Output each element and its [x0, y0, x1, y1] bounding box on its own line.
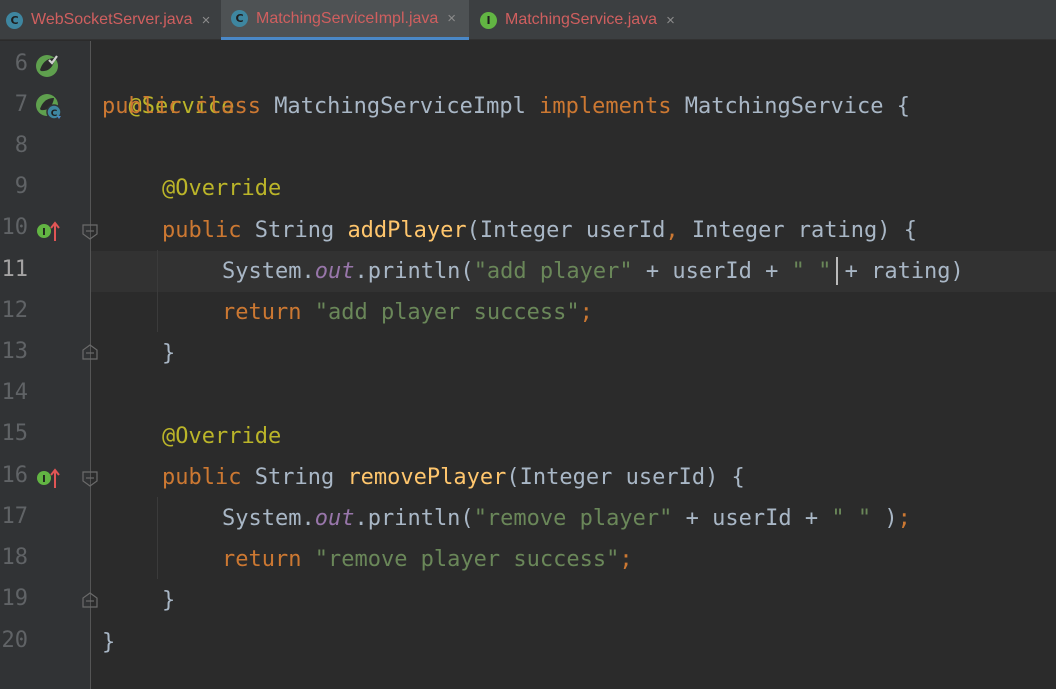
indent-guide — [157, 497, 158, 579]
line-number: 19 — [1, 586, 29, 611]
identifier: System. — [222, 506, 315, 531]
params: (Integer userId) { — [506, 465, 745, 490]
comma: , — [665, 218, 692, 243]
line-number: 10 — [1, 215, 29, 240]
line-number: 13 — [1, 339, 29, 364]
interface-file-icon: I — [480, 11, 497, 29]
close-icon[interactable]: × — [202, 12, 211, 29]
fold-marker-icon[interactable] — [82, 224, 98, 240]
expr: + rating) — [831, 259, 964, 284]
tab-matchingserviceimpl[interactable]: C MatchingServiceImpl.java × — [221, 0, 469, 40]
line-number: 8 — [14, 133, 28, 158]
tab-websocketserver[interactable]: C WebSocketServer.java × — [0, 0, 219, 40]
keyword: public — [162, 218, 255, 243]
string-literal: "add player success" — [314, 300, 580, 325]
annotation: @Override — [162, 424, 282, 449]
interface-name: MatchingService { — [684, 94, 910, 119]
editor-tab-bar: C WebSocketServer.java × C MatchingServi… — [0, 0, 1056, 40]
tab-label: MatchingServiceImpl.java — [256, 9, 439, 27]
semicolon: ; — [897, 506, 911, 531]
brace: } — [162, 588, 176, 613]
code-line-9[interactable]: @Override — [162, 168, 281, 209]
implemented-class-icon[interactable]: C — [34, 92, 64, 122]
keyword: public class — [102, 94, 275, 119]
close-icon[interactable]: × — [666, 12, 675, 29]
class-file-icon: C — [231, 10, 248, 27]
string-literal: "remove player success" — [314, 547, 620, 572]
keyword: implements — [539, 94, 685, 119]
brace: } — [102, 630, 116, 655]
brace: } — [162, 341, 176, 366]
code-line-18[interactable]: return "remove player success"; — [222, 539, 633, 580]
line-number: 6 — [14, 51, 28, 76]
code-line-19[interactable]: } — [162, 580, 175, 621]
annotation: @Override — [162, 176, 282, 201]
line-number: 7 — [14, 92, 28, 117]
type: String — [254, 218, 348, 243]
expr: + — [765, 259, 792, 284]
code-line-20[interactable]: } — [102, 622, 115, 663]
tab-label: MatchingService.java — [505, 11, 658, 28]
class-file-icon: C — [6, 11, 23, 29]
params: (Integer userId — [466, 218, 666, 243]
svg-text:I: I — [42, 474, 46, 485]
fold-marker-icon[interactable] — [82, 471, 98, 487]
code-line-7[interactable]: public class MatchingServiceImpl impleme… — [102, 86, 910, 127]
params: Integer rating) { — [691, 218, 918, 243]
line-number: 9 — [14, 174, 28, 199]
line-number: 14 — [1, 380, 29, 405]
close-icon[interactable]: × — [447, 10, 456, 27]
string-literal: " " — [831, 506, 872, 531]
indent-guide — [157, 250, 158, 332]
implements-method-icon[interactable]: I — [36, 466, 62, 492]
line-number: 20 — [1, 628, 29, 653]
code-line-16[interactable]: public String removePlayer(Integer userI… — [162, 457, 745, 498]
text-caret — [836, 257, 838, 285]
line-number-current: 11 — [1, 257, 29, 282]
identifier: System. — [222, 259, 315, 284]
string-literal: " " — [791, 259, 832, 284]
code-line-15[interactable]: @Override — [162, 416, 281, 457]
line-number: 12 — [1, 298, 29, 323]
static-field: out — [314, 506, 355, 531]
class-name: MatchingServiceImpl — [274, 94, 540, 119]
code-line-13[interactable]: } — [162, 333, 175, 374]
expr: + userId — [632, 259, 766, 284]
code-line-11[interactable]: System.out.println("add player" + userId… — [222, 251, 964, 292]
call: .println( — [354, 259, 474, 284]
line-number: 18 — [1, 545, 29, 570]
expr: + userId + — [672, 506, 832, 531]
line-number: 16 — [1, 463, 29, 488]
implements-method-icon[interactable]: I — [36, 219, 62, 245]
svg-text:I: I — [42, 227, 46, 238]
code-line-10[interactable]: public String addPlayer(Integer userId, … — [162, 210, 917, 251]
spring-bean-icon[interactable] — [34, 52, 62, 80]
fold-marker-icon[interactable] — [82, 344, 98, 360]
tab-matchingservice[interactable]: I MatchingService.java × — [472, 0, 692, 40]
fold-marker-icon[interactable] — [82, 592, 98, 608]
keyword: public — [162, 465, 255, 490]
code-line-17[interactable]: System.out.println("remove player" + use… — [222, 498, 911, 539]
string-literal: "remove player" — [473, 506, 673, 531]
line-number: 17 — [1, 504, 29, 529]
code-line-12[interactable]: return "add player success"; — [222, 292, 593, 333]
keyword: return — [222, 547, 315, 572]
string-literal: "add player" — [473, 259, 633, 284]
tab-label: WebSocketServer.java — [31, 11, 193, 28]
line-number: 15 — [1, 421, 29, 446]
keyword: return — [222, 300, 315, 325]
expr: ) — [871, 506, 898, 531]
method-name: removePlayer — [347, 465, 507, 490]
method-name: addPlayer — [347, 218, 467, 243]
static-field: out — [314, 259, 355, 284]
semicolon: ; — [579, 300, 593, 325]
type: String — [254, 465, 348, 490]
semicolon: ; — [619, 547, 633, 572]
svg-text:C: C — [51, 109, 58, 119]
call: .println( — [354, 506, 474, 531]
